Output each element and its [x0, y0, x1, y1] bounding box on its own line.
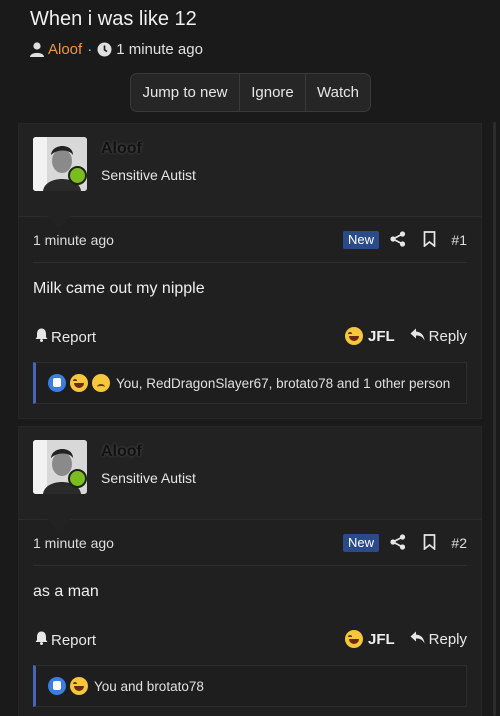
bookmark-icon[interactable] [423, 534, 436, 555]
user-title: Sensitive Autist [101, 470, 196, 486]
separator-dot: · [87, 41, 93, 58]
post-time[interactable]: 1 minute ago [33, 535, 114, 551]
post-time[interactable]: 1 minute ago [33, 232, 114, 248]
post-actions: Report JFL Reply [33, 620, 467, 662]
reply-button[interactable]: Reply [410, 328, 467, 345]
thread-author-link[interactable]: Aloof [48, 41, 82, 58]
report-button[interactable]: Report [35, 631, 96, 649]
laugh-emoji-icon [70, 677, 88, 695]
reply-icon [410, 328, 429, 345]
sad-emoji-icon [92, 374, 110, 392]
online-status-indicator [68, 469, 87, 488]
scrollbar[interactable] [493, 122, 496, 716]
laugh-emoji-icon [345, 630, 363, 648]
post-user-block: Aloof Sensitive Autist [19, 427, 481, 531]
bookmark-icon[interactable] [423, 231, 436, 252]
reactions-list[interactable]: You, RedDragonSlayer67, brotato78 and 1 … [116, 376, 450, 391]
post-number[interactable]: #1 [451, 232, 467, 248]
bell-icon [35, 328, 51, 346]
react-button[interactable]: JFL [345, 630, 395, 648]
reactions-list[interactable]: You and brotato78 [94, 679, 204, 694]
thread-title: When i was like 12 [30, 8, 197, 30]
reactions-bar[interactable]: You, RedDragonSlayer67, brotato78 and 1 … [33, 362, 467, 404]
reply-button[interactable]: Reply [410, 631, 467, 648]
thread-actions: Jump to new Ignore Watch [130, 73, 371, 112]
post-header: 1 minute ago New #1 [33, 217, 467, 263]
post-actions: Report JFL Reply [33, 317, 467, 359]
post-username[interactable]: Aloof [101, 443, 142, 461]
like-emoji-icon [48, 374, 66, 392]
share-icon[interactable] [390, 231, 406, 252]
clock-icon [97, 42, 112, 57]
report-label: Report [51, 631, 97, 649]
ignore-button[interactable]: Ignore [240, 74, 306, 111]
react-label: JFL [368, 630, 395, 648]
bell-icon [35, 631, 51, 649]
new-badge: New [343, 534, 380, 552]
laugh-emoji-icon [70, 374, 88, 392]
new-badge: New [343, 231, 380, 249]
watch-button[interactable]: Watch [306, 74, 370, 111]
reply-label: Reply [428, 328, 467, 345]
share-icon[interactable] [390, 534, 406, 555]
reply-label: Reply [428, 631, 467, 648]
post-number[interactable]: #2 [451, 535, 467, 551]
user-title: Sensitive Autist [101, 167, 196, 183]
post-user-block: Aloof Sensitive Autist [19, 124, 481, 228]
react-button[interactable]: JFL [345, 327, 395, 345]
post-body: as a man [33, 583, 99, 600]
jump-to-new-button[interactable]: Jump to new [131, 74, 240, 111]
reactions-bar[interactable]: You and brotato78 [33, 665, 467, 707]
post-header: 1 minute ago New #2 [33, 520, 467, 566]
reply-icon [410, 631, 429, 648]
user-icon [30, 42, 44, 57]
post-body: Milk came out my nipple [33, 280, 205, 297]
online-status-indicator [68, 166, 87, 185]
like-emoji-icon [48, 677, 66, 695]
report-label: Report [51, 328, 97, 346]
thread-time: 1 minute ago [116, 41, 203, 58]
thread-meta: Aloof · 1 minute ago [30, 41, 203, 58]
post: Aloof Sensitive Autist 1 minute ago New … [18, 426, 482, 716]
report-button[interactable]: Report [35, 328, 96, 346]
react-label: JFL [368, 327, 395, 345]
post-username[interactable]: Aloof [101, 140, 142, 158]
laugh-emoji-icon [345, 327, 363, 345]
post: Aloof Sensitive Autist 1 minute ago New … [18, 123, 482, 419]
